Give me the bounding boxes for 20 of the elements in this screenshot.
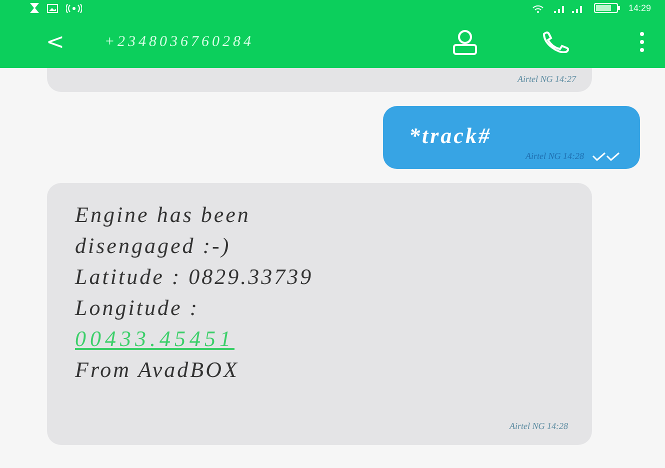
hourglass-icon	[30, 3, 39, 13]
menu-icon[interactable]	[639, 31, 645, 53]
wifi-icon	[532, 4, 544, 12]
message-text: Longitude :	[75, 294, 200, 322]
contact-number: +2348036760284	[104, 34, 256, 50]
message-meta: Airtel NG 14:28	[510, 421, 568, 431]
coordinate-link[interactable]: 00433.45451	[75, 323, 234, 354]
battery-icon	[594, 3, 620, 13]
message-text: disengaged :-)	[75, 232, 232, 260]
message-text: Engine has been	[75, 201, 252, 229]
message-meta: Airtel NG 14:27	[518, 74, 576, 84]
contact-icon[interactable]	[451, 29, 479, 55]
back-button[interactable]: <	[46, 30, 64, 54]
hotspot-icon	[66, 4, 82, 12]
clock-time: 14:29	[628, 3, 651, 13]
phone-icon[interactable]	[541, 31, 569, 53]
message-text: Latitude : 0829.33739	[75, 263, 314, 291]
message-text: *track#	[409, 122, 492, 150]
message-text: From AvadBOX	[75, 356, 240, 384]
image-icon	[47, 4, 58, 12]
